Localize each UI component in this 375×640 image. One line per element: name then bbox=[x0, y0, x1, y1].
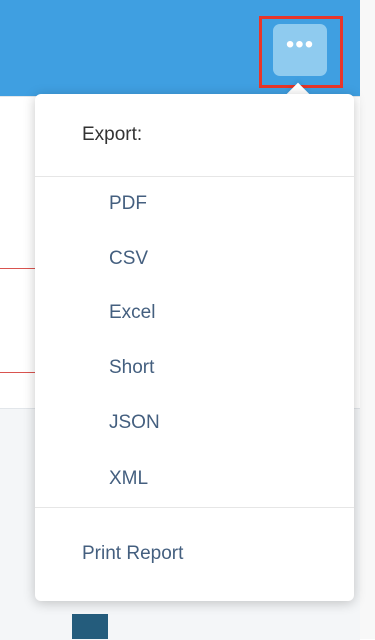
menu-item-short[interactable]: Short bbox=[109, 357, 154, 379]
menu-divider bbox=[35, 176, 354, 177]
menu-item-xml[interactable]: XML bbox=[109, 468, 148, 490]
menu-item-csv[interactable]: CSV bbox=[109, 248, 148, 270]
menu-item-excel[interactable]: Excel bbox=[109, 302, 155, 324]
background-chart-bar bbox=[72, 614, 108, 639]
background-chart-line bbox=[0, 268, 40, 269]
more-options-button[interactable]: ••• bbox=[273, 24, 327, 76]
menu-item-pdf[interactable]: PDF bbox=[109, 193, 147, 215]
print-report-menu-item[interactable]: Print Report bbox=[82, 543, 183, 565]
ellipsis-icon: ••• bbox=[285, 31, 315, 58]
menu-divider bbox=[35, 507, 354, 508]
export-dropdown-menu: Export: PDF CSV Excel Short JSON XML Pri… bbox=[35, 94, 354, 601]
export-section-title: Export: bbox=[82, 124, 143, 145]
menu-item-json[interactable]: JSON bbox=[109, 412, 160, 434]
background-scroll-area bbox=[360, 0, 375, 639]
background-chart-line bbox=[0, 372, 40, 373]
